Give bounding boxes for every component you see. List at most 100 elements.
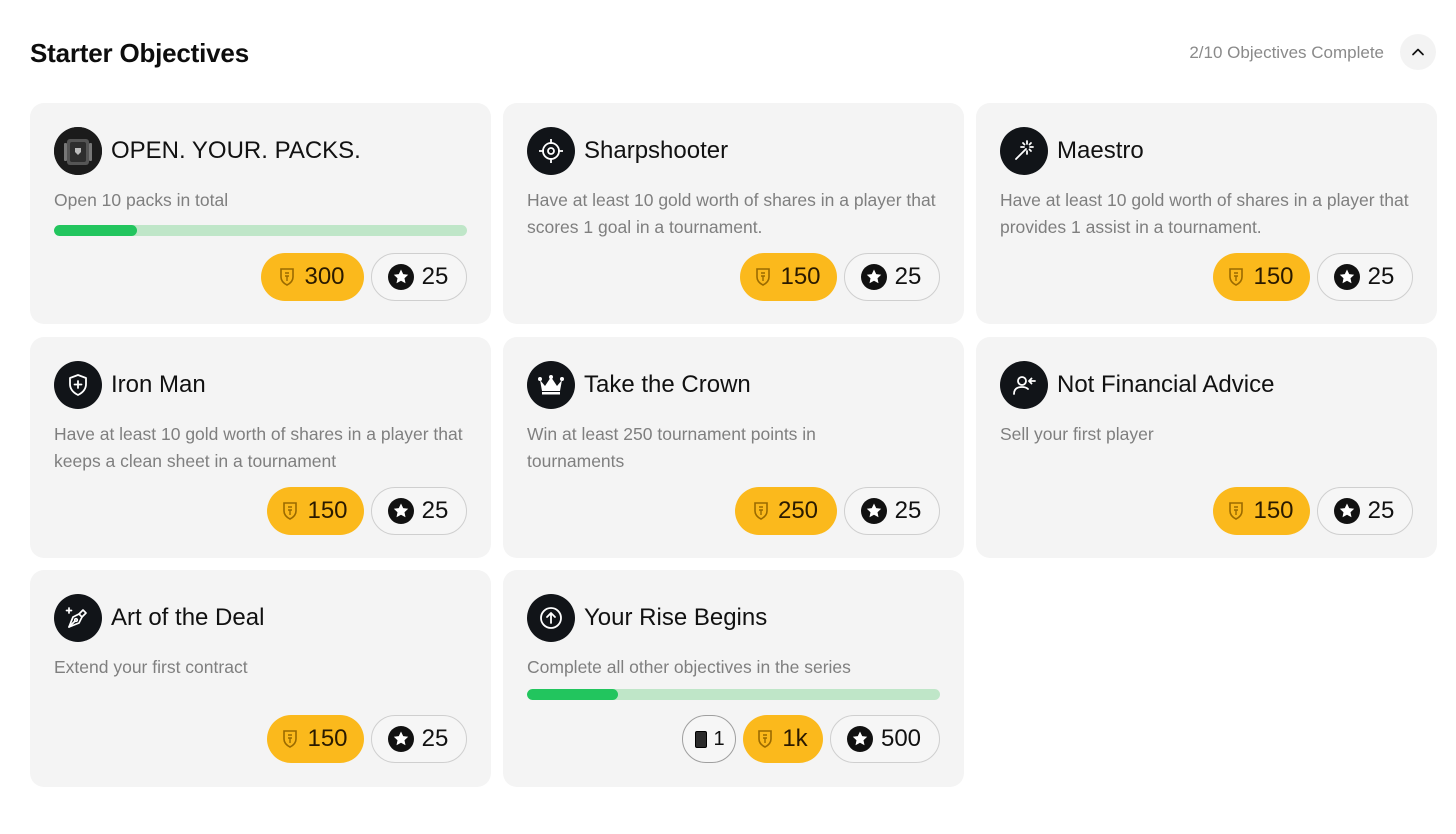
star-icon [387,264,414,290]
objective-rewards: 150 25 [267,487,467,535]
user-arrow-icon [1000,361,1048,409]
objective-progress-bar [527,689,940,700]
objective-card-sharpshooter[interactable]: Sharpshooter Have at least 10 gold worth… [503,103,964,324]
shield-plus-icon [54,361,102,409]
star-amount: 25 [421,497,449,524]
star-icon [387,726,414,752]
star-icon [860,498,887,524]
objective-rewards: 150 25 [1213,487,1413,535]
coin-shield-icon [752,501,770,521]
coin-reward: 1k [743,715,823,763]
objective-title: Your Rise Begins [584,604,768,631]
star-reward: 25 [371,715,467,763]
coin-amount: 250 [777,497,819,524]
pack-reward: 1 [682,715,736,763]
coin-shield-icon [754,267,772,287]
objective-card-maestro[interactable]: Maestro Have at least 10 gold worth of s… [976,103,1437,324]
page-title: Starter Objectives [30,38,249,68]
coin-reward: 250 [735,487,837,535]
coin-amount: 1k [782,725,808,752]
coin-amount: 150 [307,497,348,524]
chevron-up-icon [1412,48,1424,56]
pack-amount: 1 [713,727,725,750]
objective-rewards: 150 25 [1213,253,1413,301]
objective-title: Not Financial Advice [1057,371,1275,398]
magic-wand-icon [1000,127,1048,175]
objective-rewards: 250 25 [735,487,940,535]
objective-description: Have at least 10 gold worth of shares in… [527,190,936,237]
coin-reward: 150 [267,715,364,763]
objective-card-open-your-packs[interactable]: OPEN. YOUR. PACKS. Open 10 packs in tota… [30,103,491,324]
star-reward: 25 [844,253,940,301]
crosshair-icon [527,127,575,175]
star-icon [860,264,887,290]
objective-title: Art of the Deal [111,604,265,631]
star-amount: 25 [421,263,449,290]
card-pack-icon [695,730,708,748]
coin-reward: 300 [261,253,364,301]
objective-title: Iron Man [111,371,206,398]
coin-shield-icon [1227,267,1245,287]
arrow-up-circle-icon [527,594,575,642]
objective-card-take-the-crown[interactable]: Take the Crown Win at least 250 tourname… [503,337,964,558]
objective-description: Extend your first contract [54,657,248,677]
objective-card-iron-man[interactable]: Iron Man Have at least 10 gold worth of … [30,337,491,558]
objective-description: Have at least 10 gold worth of shares in… [54,424,463,471]
objective-title: Take the Crown [584,371,751,398]
objective-title: OPEN. YOUR. PACKS. [111,137,361,164]
objective-card-your-rise-begins[interactable]: Your Rise Begins Complete all other obje… [503,570,964,787]
pack-icon [54,127,102,175]
collapse-button[interactable] [1400,34,1436,70]
objective-rewards: 150 25 [740,253,940,301]
objectives-header: Starter Objectives 2/10 Objectives Compl… [30,30,1436,78]
coin-reward: 150 [267,487,364,535]
coin-reward: 150 [740,253,837,301]
objective-progress-fill [54,225,137,236]
star-reward: 25 [844,487,940,535]
coin-amount: 150 [1253,263,1294,290]
star-reward: 25 [1317,487,1413,535]
coin-amount: 150 [307,725,348,752]
coin-shield-icon [278,267,296,287]
coin-shield-icon [756,729,774,749]
objective-description: Win at least 250 tournament points in to… [527,424,816,471]
star-reward: 25 [371,487,467,535]
objective-rewards: 300 25 [261,253,467,301]
coin-amount: 150 [780,263,821,290]
star-amount: 25 [1367,497,1395,524]
objective-progress-fill [527,689,618,700]
star-icon [387,498,414,524]
star-amount: 25 [1367,263,1395,290]
objective-card-art-of-the-deal[interactable]: Art of the Deal Extend your first contra… [30,570,491,787]
objectives-progress-text: 2/10 Objectives Complete [1189,43,1384,62]
coin-shield-icon [281,501,299,521]
star-icon [846,726,873,752]
star-amount: 25 [421,725,449,752]
star-reward: 25 [371,253,467,301]
star-amount: 500 [880,725,922,752]
coin-shield-icon [281,729,299,749]
coin-shield-icon [1227,501,1245,521]
coin-amount: 300 [304,263,345,290]
objective-rewards: 150 25 [267,715,467,763]
objective-description: Complete all other objectives in the ser… [527,657,851,677]
coin-amount: 150 [1253,497,1294,524]
objective-title: Maestro [1057,137,1144,164]
objective-card-not-financial-advice[interactable]: Not Financial Advice Sell your first pla… [976,337,1437,558]
objective-description: Open 10 packs in total [54,190,229,210]
objective-progress-bar [54,225,467,236]
star-amount: 25 [894,263,922,290]
star-reward: 500 [830,715,940,763]
coin-reward: 150 [1213,487,1310,535]
star-icon [1333,264,1360,290]
crown-icon [527,361,575,409]
pen-nib-icon [54,594,102,642]
star-amount: 25 [894,497,922,524]
star-icon [1333,498,1360,524]
objective-description: Have at least 10 gold worth of shares in… [1000,190,1409,237]
objective-rewards: 1 1k 500 [682,715,940,763]
coin-reward: 150 [1213,253,1310,301]
objective-title: Sharpshooter [584,137,729,164]
objective-description: Sell your first player [1000,424,1154,444]
star-reward: 25 [1317,253,1413,301]
